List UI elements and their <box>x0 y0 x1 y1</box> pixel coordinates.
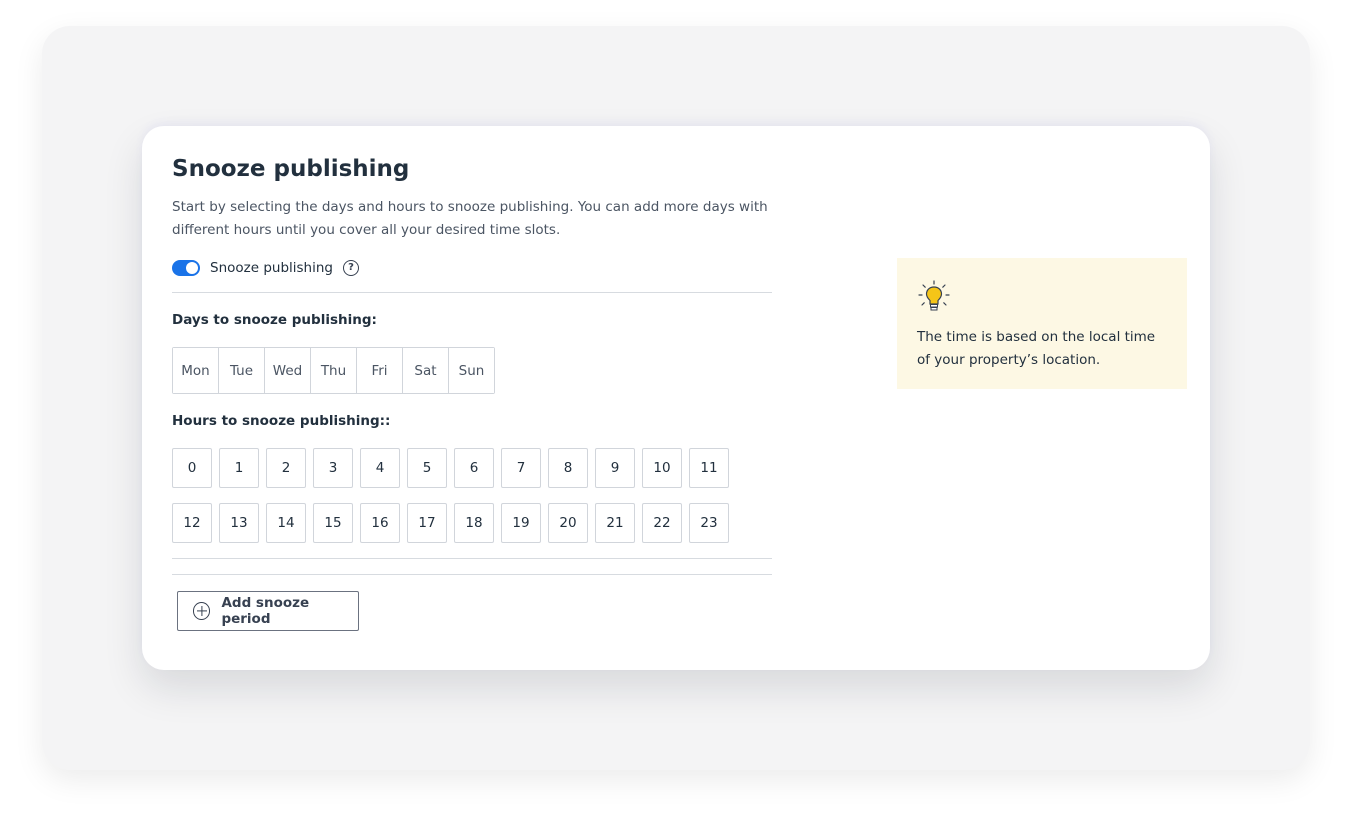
snooze-publishing-toggle[interactable] <box>172 260 200 276</box>
hours-row-2: 12 13 14 15 16 17 18 19 20 21 22 23 <box>172 503 736 543</box>
hour-button-17[interactable]: 17 <box>407 503 447 543</box>
hour-button-19[interactable]: 19 <box>501 503 541 543</box>
hour-button-20[interactable]: 20 <box>548 503 588 543</box>
day-button-thu[interactable]: Thu <box>311 348 357 393</box>
hour-button-9[interactable]: 9 <box>595 448 635 488</box>
hour-button-21[interactable]: 21 <box>595 503 635 543</box>
hour-button-15[interactable]: 15 <box>313 503 353 543</box>
days-label: Days to snooze publishing: <box>172 312 377 328</box>
hours-label: Hours to snooze publishing:: <box>172 413 391 429</box>
add-snooze-period-button[interactable]: Add snooze period <box>177 591 359 631</box>
snooze-publishing-card: Snooze publishing Start by selecting the… <box>142 126 1210 670</box>
hour-button-7[interactable]: 7 <box>501 448 541 488</box>
add-button-label: Add snooze period <box>221 595 310 627</box>
hour-button-8[interactable]: 8 <box>548 448 588 488</box>
description: Start by selecting the days and hours to… <box>172 199 768 238</box>
hour-button-12[interactable]: 12 <box>172 503 212 543</box>
divider <box>172 574 772 575</box>
day-button-sat[interactable]: Sat <box>403 348 449 393</box>
toggle-label: Snooze publishing <box>210 260 333 276</box>
hour-button-13[interactable]: 13 <box>219 503 259 543</box>
info-tip: The time is based on the local time of y… <box>897 258 1187 389</box>
day-button-wed[interactable]: Wed <box>265 348 311 393</box>
help-icon[interactable]: ? <box>343 260 359 276</box>
page-title: Snooze publishing <box>172 156 410 182</box>
hour-button-6[interactable]: 6 <box>454 448 494 488</box>
hour-button-10[interactable]: 10 <box>642 448 682 488</box>
divider <box>172 292 772 293</box>
day-button-sun[interactable]: Sun <box>449 348 494 393</box>
hour-button-14[interactable]: 14 <box>266 503 306 543</box>
day-button-tue[interactable]: Tue <box>219 348 265 393</box>
hour-button-18[interactable]: 18 <box>454 503 494 543</box>
plus-circle-icon <box>193 602 211 620</box>
hour-button-16[interactable]: 16 <box>360 503 400 543</box>
hour-button-0[interactable]: 0 <box>172 448 212 488</box>
day-button-fri[interactable]: Fri <box>357 348 403 393</box>
day-button-mon[interactable]: Mon <box>173 348 219 393</box>
hour-button-2[interactable]: 2 <box>266 448 306 488</box>
hour-button-22[interactable]: 22 <box>642 503 682 543</box>
hour-button-11[interactable]: 11 <box>689 448 729 488</box>
hour-button-23[interactable]: 23 <box>689 503 729 543</box>
toggle-knob <box>186 262 198 274</box>
day-selector: Mon Tue Wed Thu Fri Sat Sun <box>172 347 495 394</box>
snooze-toggle-row: Snooze publishing ? <box>172 260 359 276</box>
hour-button-4[interactable]: 4 <box>360 448 400 488</box>
divider <box>172 558 772 559</box>
hour-button-3[interactable]: 3 <box>313 448 353 488</box>
tip-text: The time is based on the local time of y… <box>917 329 1156 368</box>
hour-button-1[interactable]: 1 <box>219 448 259 488</box>
lightbulb-icon <box>918 280 950 311</box>
hour-button-5[interactable]: 5 <box>407 448 447 488</box>
hours-row-1: 0 1 2 3 4 5 6 7 8 9 10 11 <box>172 448 736 488</box>
